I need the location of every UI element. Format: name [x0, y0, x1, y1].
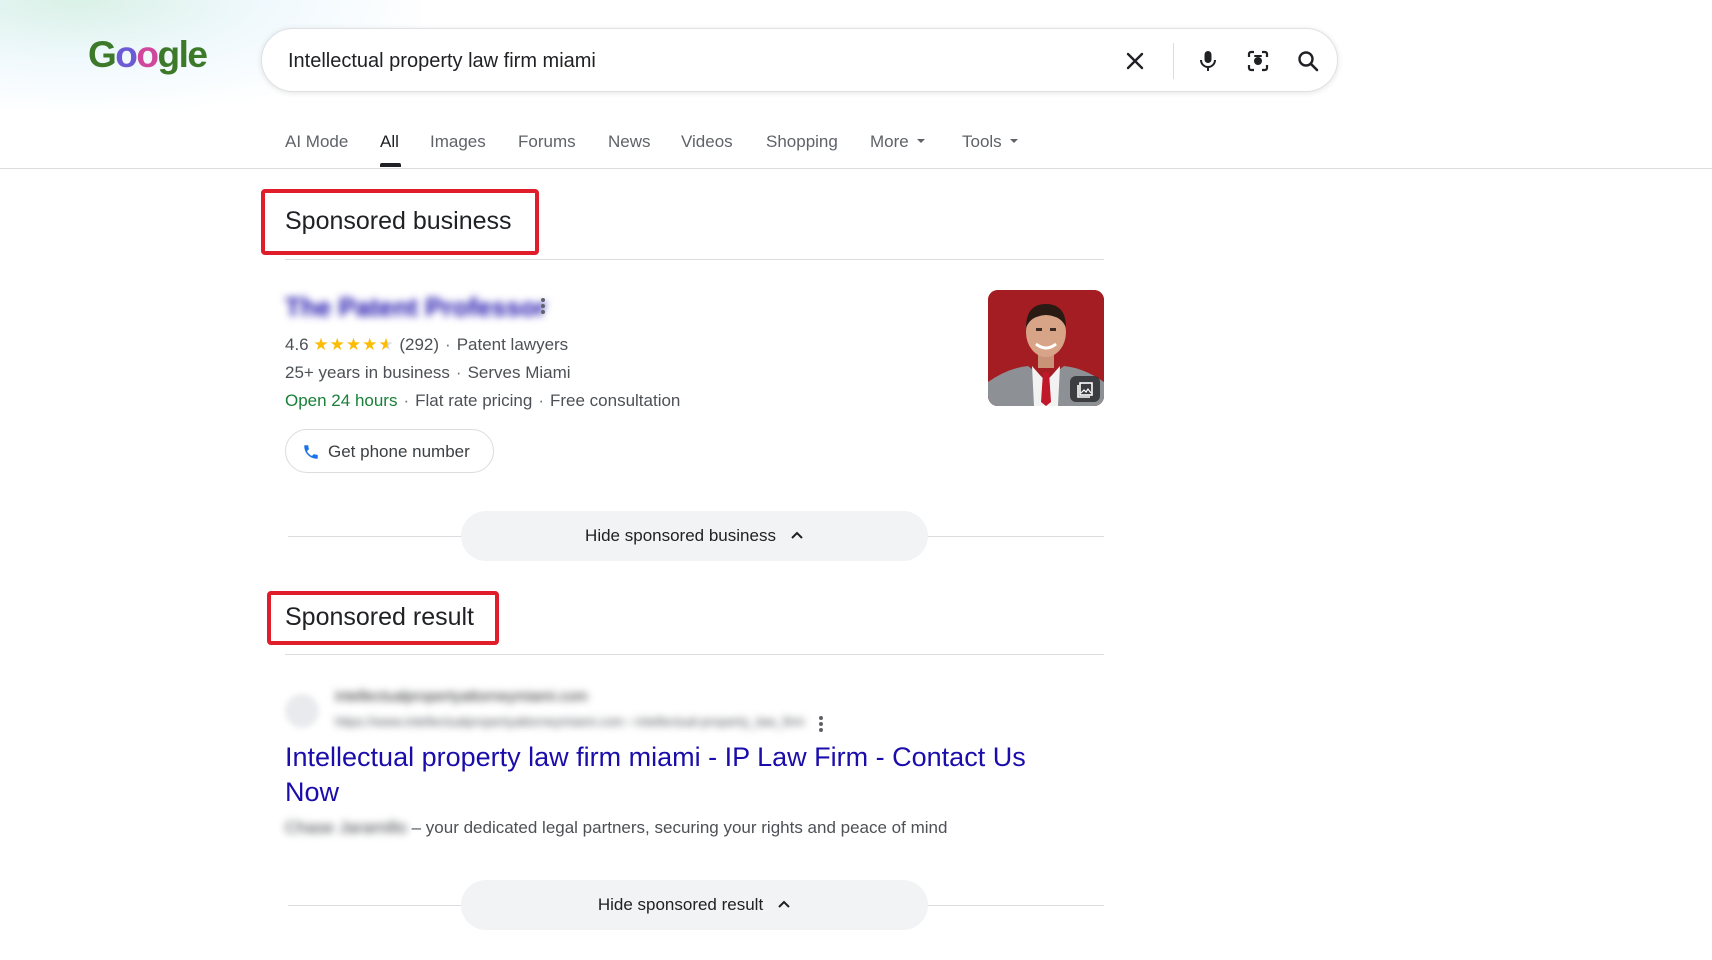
tab-videos[interactable]: Videos [681, 132, 733, 152]
header-divider [0, 168, 1712, 169]
caret-down-icon [916, 138, 925, 143]
chevron-up-icon [791, 531, 803, 539]
business-photo-thumbnail[interactable] [988, 290, 1104, 406]
tab-shopping[interactable]: Shopping [766, 132, 838, 152]
business-features-line: Open 24 hours · Flat rate pricing · Free con… [285, 391, 680, 411]
star-half: ★ [378, 335, 395, 354]
search-input[interactable] [286, 39, 1010, 83]
rating-value: 4.6 [285, 335, 309, 354]
rating-line: 4.6 ★★★★★ (292) · Patent lawyers [285, 335, 568, 355]
ad-description-text: – your dedicated legal partners, securin… [406, 818, 948, 837]
business-details-line: 25+ years in business · Serves Miami [285, 363, 571, 383]
microphone-icon[interactable] [1195, 48, 1221, 74]
tab-news[interactable]: News [608, 132, 651, 152]
sponsored-result-heading: Sponsored result [285, 603, 475, 631]
search-icon[interactable] [1295, 48, 1321, 74]
consultation: Free consultation [549, 391, 681, 410]
more-options-icon[interactable] [818, 714, 824, 734]
tab-more-label: More [870, 132, 909, 151]
review-count[interactable]: (292) [399, 335, 439, 354]
business-name[interactable]: The Patent Professor [285, 292, 547, 323]
ad-site-url[interactable]: https://www.intellectualpropertyattorney… [335, 714, 805, 729]
hide-sponsored-result-button[interactable]: Hide sponsored result [461, 880, 928, 930]
ad-description: Chase Jaramillo – your dedicated legal p… [285, 818, 947, 838]
ad-site-name[interactable]: intellectualpropertyattorneymiami.com [335, 688, 588, 705]
hide-sponsored-result-label: Hide sponsored result [597, 895, 764, 914]
separator-dot: · [445, 335, 451, 354]
sponsored-business-heading: Sponsored business [285, 207, 512, 235]
camera-lens-icon[interactable] [1245, 48, 1271, 74]
tab-all[interactable]: All [380, 132, 399, 152]
section-divider [285, 654, 1104, 655]
business-category: Patent lawyers [456, 335, 569, 354]
separator-dot: · [455, 363, 462, 382]
star-rating-icon: ★★★★★ [313, 335, 394, 354]
separator-dot: · [403, 391, 410, 410]
tab-images[interactable]: Images [430, 132, 486, 152]
tab-more[interactable]: More [870, 132, 925, 152]
close-icon[interactable] [1122, 48, 1148, 74]
ad-title-link[interactable]: Intellectual property law firm miami - I… [285, 740, 1085, 810]
tab-forums[interactable]: Forums [518, 132, 576, 152]
search-box [261, 28, 1338, 92]
chevron-up-icon [778, 900, 790, 908]
search-divider [1173, 43, 1174, 79]
star-full: ★★★★ [313, 335, 379, 354]
get-phone-number-button[interactable]: Get phone number [285, 429, 494, 473]
separator-dot: · [538, 391, 544, 410]
caret-down-icon [1009, 138, 1018, 143]
pricing: Flat rate pricing [415, 391, 533, 410]
active-tab-indicator [380, 163, 401, 167]
hide-sponsored-business-button[interactable]: Hide sponsored business [461, 511, 928, 561]
site-favicon [285, 694, 319, 728]
more-options-icon[interactable] [540, 296, 546, 316]
years-in-business: 25+ years in business [285, 363, 450, 382]
hide-sponsored-business-label: Hide sponsored business [585, 526, 776, 545]
get-phone-number-label: Get phone number [328, 442, 470, 461]
tab-ai-mode[interactable]: AI Mode [285, 132, 348, 152]
google-logo[interactable]: Google [88, 34, 208, 76]
tab-tools[interactable]: Tools [962, 132, 1018, 152]
ad-description-brand: Chase Jaramillo [285, 818, 407, 837]
section-divider [285, 259, 1104, 260]
phone-icon [304, 445, 318, 459]
service-area: Serves Miami [467, 363, 571, 382]
open-hours: Open 24 hours [285, 391, 398, 410]
tab-tools-label: Tools [962, 132, 1002, 151]
gallery-icon [1070, 376, 1100, 402]
